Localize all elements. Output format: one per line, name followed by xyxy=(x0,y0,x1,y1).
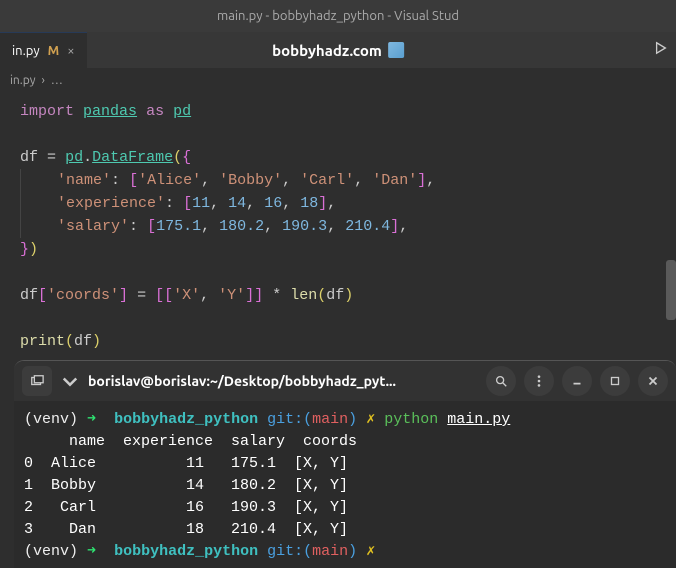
terminal-header: borislav@borislav:~/Desktop/bobbyhadz_py… xyxy=(14,361,676,401)
terminal-new-tab-icon[interactable] xyxy=(22,366,52,396)
code-editor[interactable]: import pandas as pd df = pd.DataFrame({ … xyxy=(0,92,676,361)
breadcrumb[interactable]: in.py › … xyxy=(0,68,676,92)
close-icon[interactable]: × xyxy=(67,44,74,58)
tabs-row: in.py M × bobbyhadz.com xyxy=(0,32,676,68)
scrollbar-thumb[interactable] xyxy=(666,260,676,320)
tab-modified-marker: M xyxy=(48,44,60,58)
code-line: print(df) xyxy=(20,330,656,353)
code-line: }) xyxy=(20,238,656,261)
window-title: main.py - bobbyhadz_python - Visual Stud xyxy=(217,9,459,23)
code-line xyxy=(20,261,656,284)
breadcrumb-sep: › xyxy=(42,74,45,87)
code-line: import pandas as pd xyxy=(20,100,656,123)
editor-scrollbar[interactable] xyxy=(666,92,676,360)
code-line xyxy=(20,307,656,330)
breadcrumb-file: in.py xyxy=(10,74,36,87)
close-window-icon[interactable] xyxy=(638,366,668,396)
minimize-icon[interactable] xyxy=(562,366,592,396)
code-line: 'name': ['Alice', 'Bobby', 'Carl', 'Dan'… xyxy=(20,169,656,192)
code-line: 'experience': [11, 14, 16, 18], xyxy=(20,192,656,215)
maximize-icon[interactable] xyxy=(600,366,630,396)
code-line: 'salary': [175.1, 180.2, 190.3, 210.4], xyxy=(20,215,656,238)
code-line: df = pd.DataFrame({ xyxy=(20,146,656,169)
chevron-down-icon[interactable] xyxy=(60,366,80,396)
tab-filename: in.py xyxy=(12,44,40,58)
header-title: bobbyhadz.com xyxy=(272,42,404,59)
breadcrumb-rest: … xyxy=(51,74,63,87)
code-line xyxy=(20,123,656,146)
terminal-output[interactable]: (venv) ➜ bobbyhadz_python git:(main) ✗ p… xyxy=(14,401,676,568)
terminal-panel: borislav@borislav:~/Desktop/bobbyhadz_py… xyxy=(14,360,676,568)
search-icon[interactable] xyxy=(486,366,516,396)
cube-icon xyxy=(388,42,404,58)
terminal-title: borislav@borislav:~/Desktop/bobbyhadz_py… xyxy=(88,373,478,389)
menu-icon[interactable] xyxy=(524,366,554,396)
tab-main-py[interactable]: in.py M × xyxy=(0,32,87,68)
run-icon[interactable] xyxy=(654,41,668,59)
code-line: df['coords'] = [['X', 'Y']] * len(df) xyxy=(20,284,656,307)
window-title-bar: main.py - bobbyhadz_python - Visual Stud xyxy=(0,0,676,32)
